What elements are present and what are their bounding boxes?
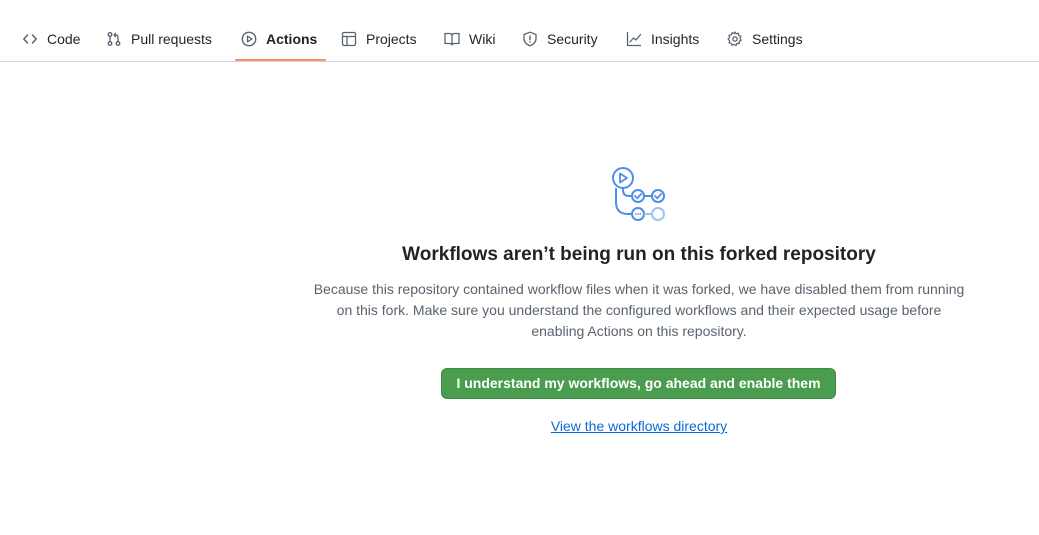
workflow-icon: [606, 165, 670, 225]
description: Because this repository contained workfl…: [289, 279, 989, 342]
book-icon: [444, 31, 460, 47]
tab-code[interactable]: Code: [22, 22, 80, 56]
pull-request-icon: [106, 31, 122, 47]
view-workflows-directory-link[interactable]: View the workflows directory: [539, 418, 739, 434]
tab-wiki-label: Wiki: [469, 31, 496, 47]
tab-security[interactable]: Security: [522, 22, 598, 56]
repo-nav: Code Pull requests Actions Projects Wiki…: [0, 0, 1039, 62]
description-line: Because this repository contained workfl…: [313, 281, 965, 297]
selected-tab-underline: [235, 59, 326, 61]
tab-code-label: Code: [47, 31, 81, 47]
tab-insights[interactable]: Insights: [626, 22, 699, 56]
enable-workflows-button[interactable]: I understand my workflows, go ahead and …: [441, 368, 836, 399]
description-line: enabling Actions on this repository.: [531, 323, 747, 339]
tab-insights-label: Insights: [651, 31, 700, 47]
tab-wiki[interactable]: Wiki: [444, 22, 495, 56]
tab-settings[interactable]: Settings: [727, 22, 803, 56]
table-icon: [341, 31, 357, 47]
play-icon: [241, 31, 257, 47]
tab-security-label: Security: [547, 31, 598, 47]
tab-actions-label: Actions: [266, 31, 318, 47]
shield-icon: [522, 31, 538, 47]
tab-settings-label: Settings: [752, 31, 803, 47]
tab-pull-requests[interactable]: Pull requests: [106, 22, 212, 56]
page-title: Workflows aren’t being run on this forke…: [402, 244, 876, 265]
tab-actions[interactable]: Actions: [241, 22, 317, 56]
code-icon: [22, 31, 38, 47]
tab-pull-requests-label: Pull requests: [131, 31, 212, 47]
description-line: on this fork. Make sure you understand t…: [336, 302, 942, 318]
tab-projects[interactable]: Projects: [341, 22, 417, 56]
gear-icon: [727, 31, 743, 47]
tab-projects-label: Projects: [366, 31, 417, 47]
graph-icon: [626, 31, 642, 47]
